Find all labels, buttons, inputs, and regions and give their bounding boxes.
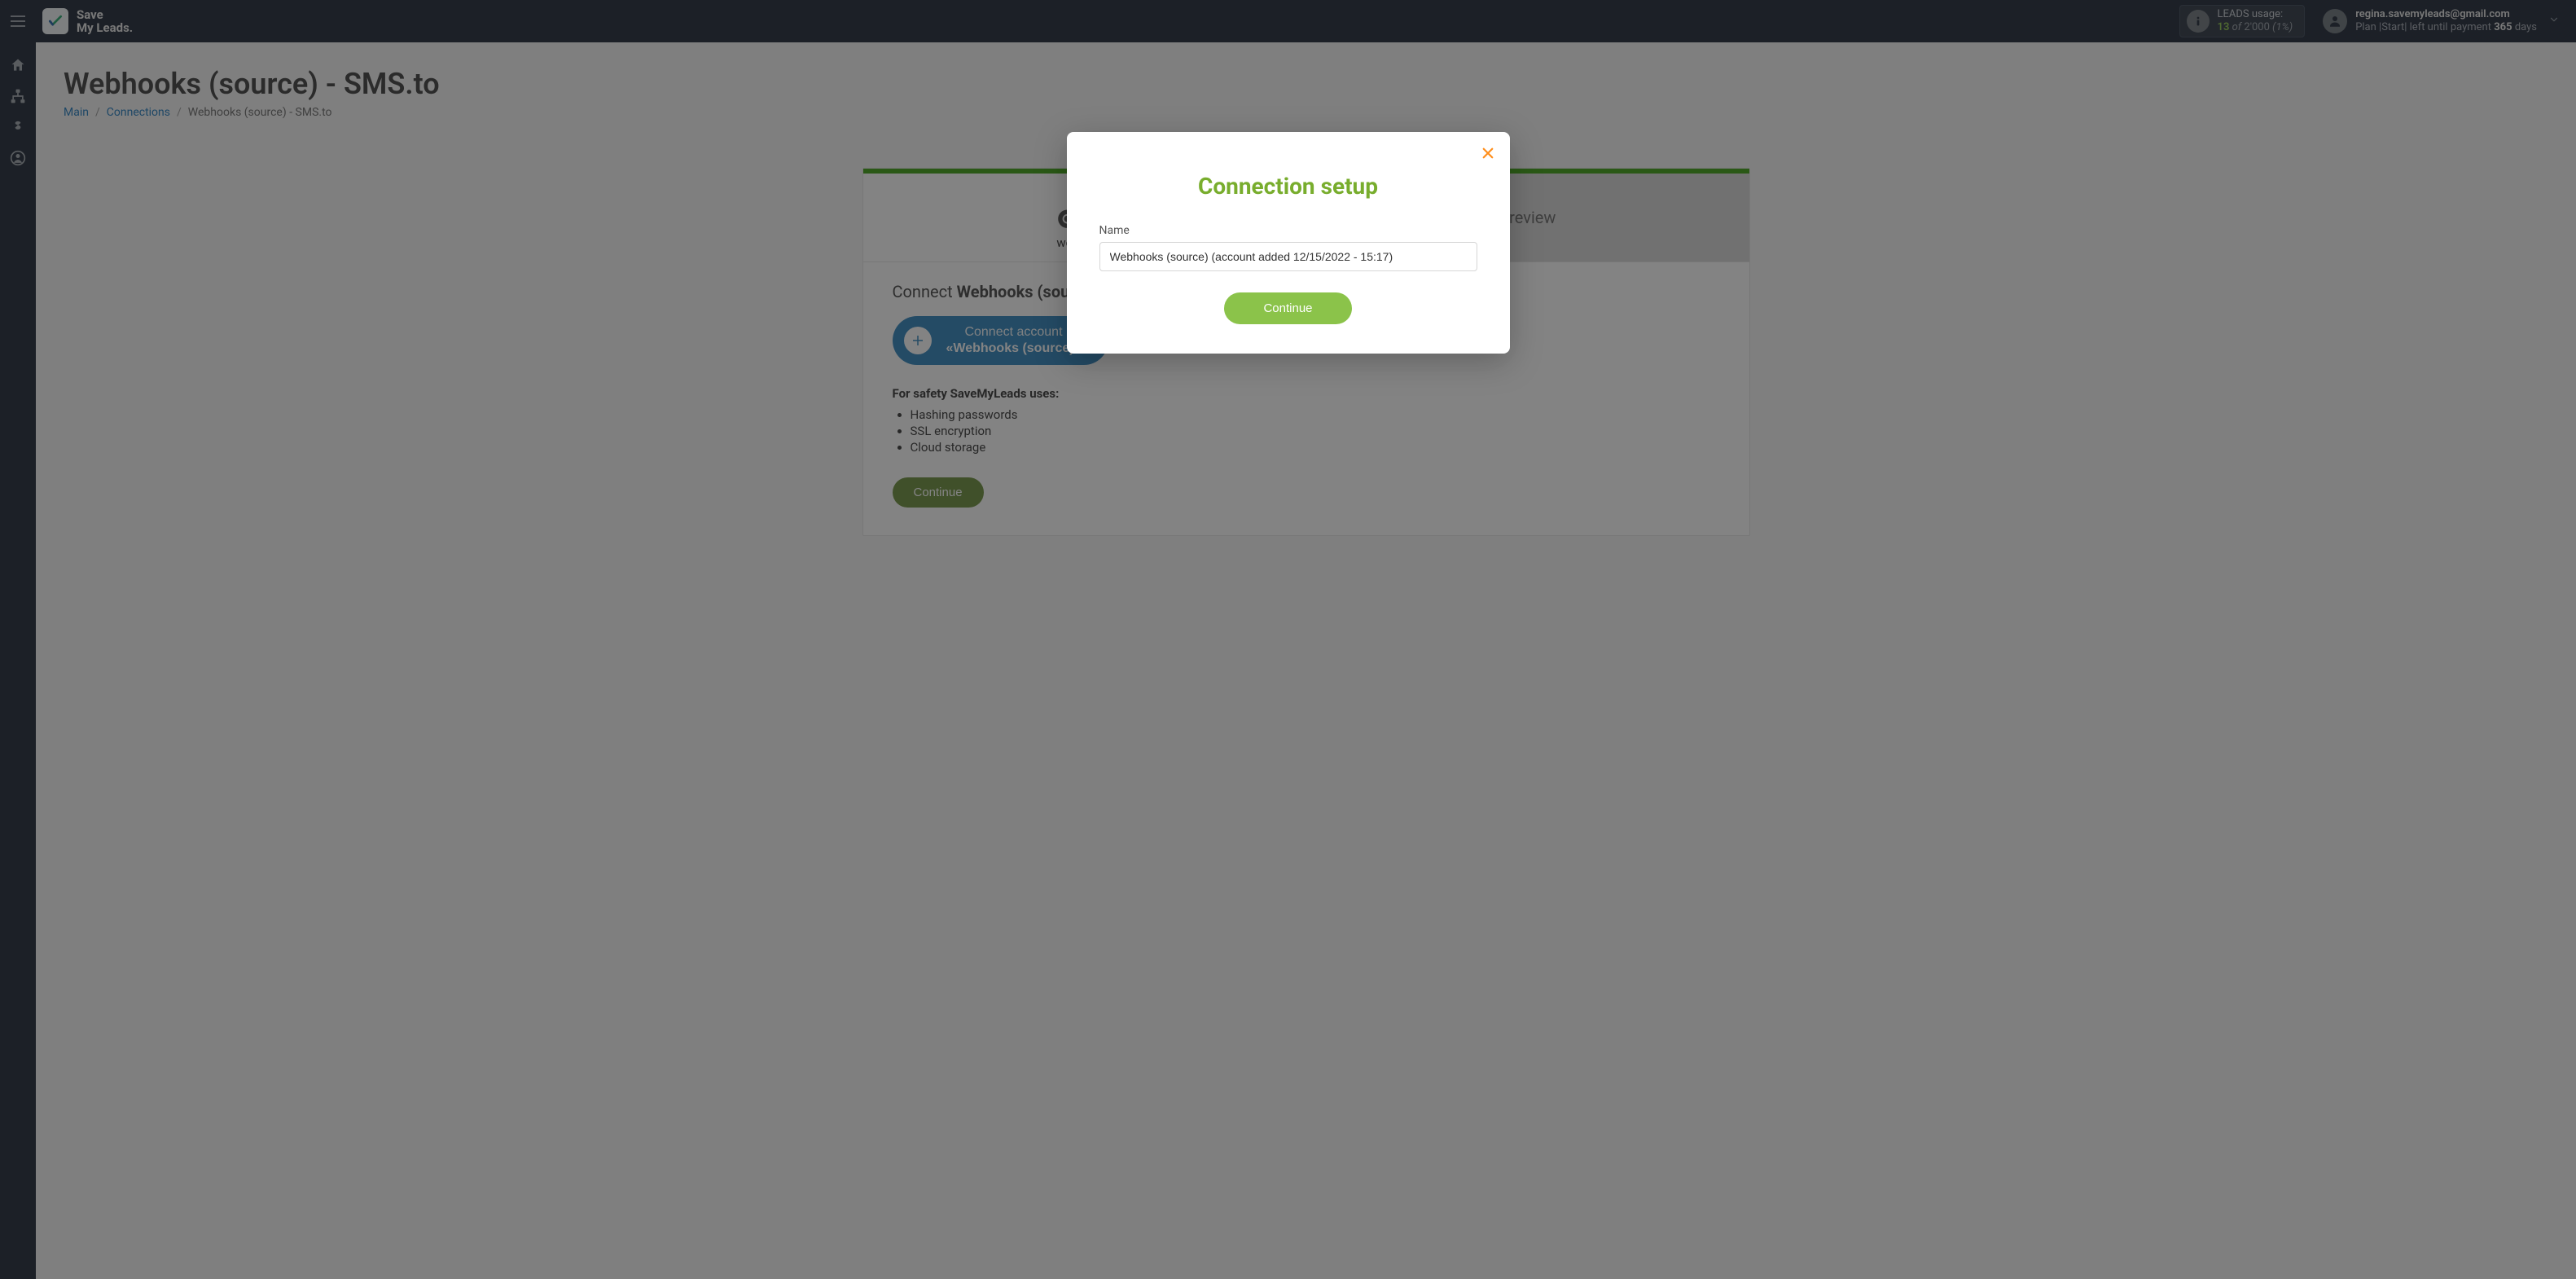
modal-title: Connection setup <box>1099 173 1477 200</box>
modal-close-button[interactable] <box>1481 143 1495 166</box>
close-icon <box>1481 146 1495 160</box>
connection-setup-modal: Connection setup Name Continue <box>1067 132 1510 354</box>
modal-overlay[interactable]: Connection setup Name Continue <box>0 0 2576 1279</box>
modal-continue-button[interactable]: Continue <box>1224 292 1351 324</box>
modal-name-label: Name <box>1099 224 1477 237</box>
connection-name-input[interactable] <box>1099 242 1477 271</box>
